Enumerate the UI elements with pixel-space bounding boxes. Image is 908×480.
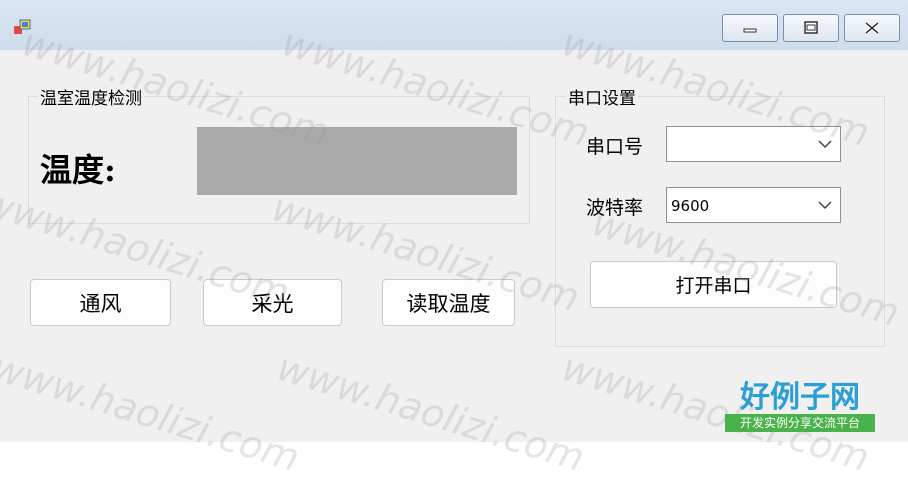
maximize-button[interactable]: [783, 14, 839, 42]
close-button[interactable]: [844, 14, 900, 42]
port-label: 串口号: [586, 136, 644, 158]
watermark-text: www.haolizi.com: [272, 345, 590, 480]
minimize-icon: [743, 28, 757, 33]
ventilate-button[interactable]: 通风: [30, 279, 171, 326]
app-window: 温室温度检测 温度: 通风 采光 读取温度 串口设置 串口号 波特率 9600 …: [0, 0, 908, 480]
maximize-icon: [804, 21, 818, 34]
title-bar[interactable]: [0, 0, 908, 50]
close-icon: [864, 21, 880, 35]
watermark-text: www.haolizi.com: [0, 345, 305, 480]
serial-settings-title: 串口设置: [566, 84, 638, 109]
brand-subtitle: 开发实例分享交流平台: [725, 414, 875, 432]
minimize-button[interactable]: [722, 14, 778, 42]
brand-title: 好例子网: [740, 380, 860, 415]
chevron-down-icon: [818, 201, 832, 210]
temperature-label: 温度:: [40, 151, 116, 189]
baud-rate-value: 9600: [671, 197, 710, 215]
brand-logo: 好例子网 开发实例分享交流平台: [725, 372, 875, 434]
temperature-display: [197, 127, 517, 195]
baud-rate-select[interactable]: 9600: [666, 187, 841, 223]
